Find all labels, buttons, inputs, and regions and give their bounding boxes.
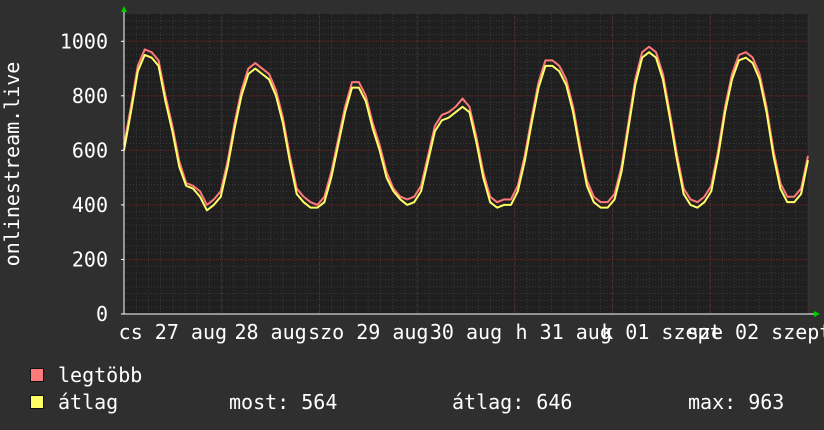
y-tick-label: 800: [72, 84, 108, 108]
x-axis-arrow: [814, 311, 820, 317]
legend-row-legtobb: legtöbb: [30, 363, 142, 387]
y-axis-arrow: [121, 6, 127, 12]
legend-label-atlag: átlag: [58, 390, 119, 414]
y-tick-label: 600: [72, 138, 108, 162]
stat-atlag: átlag: 646: [452, 390, 573, 414]
legend-row-atlag: átlag most: 564 átlag: 646 max: 963: [30, 390, 824, 414]
chart: 0 200 400 600 800 1000 cs 27 aug 28 aug szo 29 a…: [0, 0, 824, 345]
stat-most: most: 564: [229, 390, 338, 414]
x-tick-label: 28 aug: [234, 320, 306, 344]
stat-max: max: 963: [688, 390, 785, 414]
y-tick-label: 1000: [60, 29, 108, 53]
legend-swatch-legtobb: [30, 368, 44, 382]
x-tick-label: szo 29 aug: [308, 320, 428, 344]
x-tick-label: 30 aug: [430, 320, 502, 344]
y-tick-label: 200: [72, 247, 108, 271]
x-tick-label: cs 27 aug: [119, 320, 227, 344]
y-tick-label: 400: [72, 193, 108, 217]
y-axis-label: onlinestream.live: [0, 62, 24, 267]
x-tick-label: sze 02 szept: [687, 320, 824, 344]
legend-swatch-atlag: [30, 395, 44, 409]
y-tick-label: 0: [96, 302, 108, 326]
legend-label-legtobb: legtöbb: [58, 363, 143, 387]
x-tick-label: h 31 aug: [516, 320, 612, 344]
chart-svg: 0 200 400 600 800 1000 cs 27 aug 28 aug szo 29 a…: [0, 6, 824, 344]
